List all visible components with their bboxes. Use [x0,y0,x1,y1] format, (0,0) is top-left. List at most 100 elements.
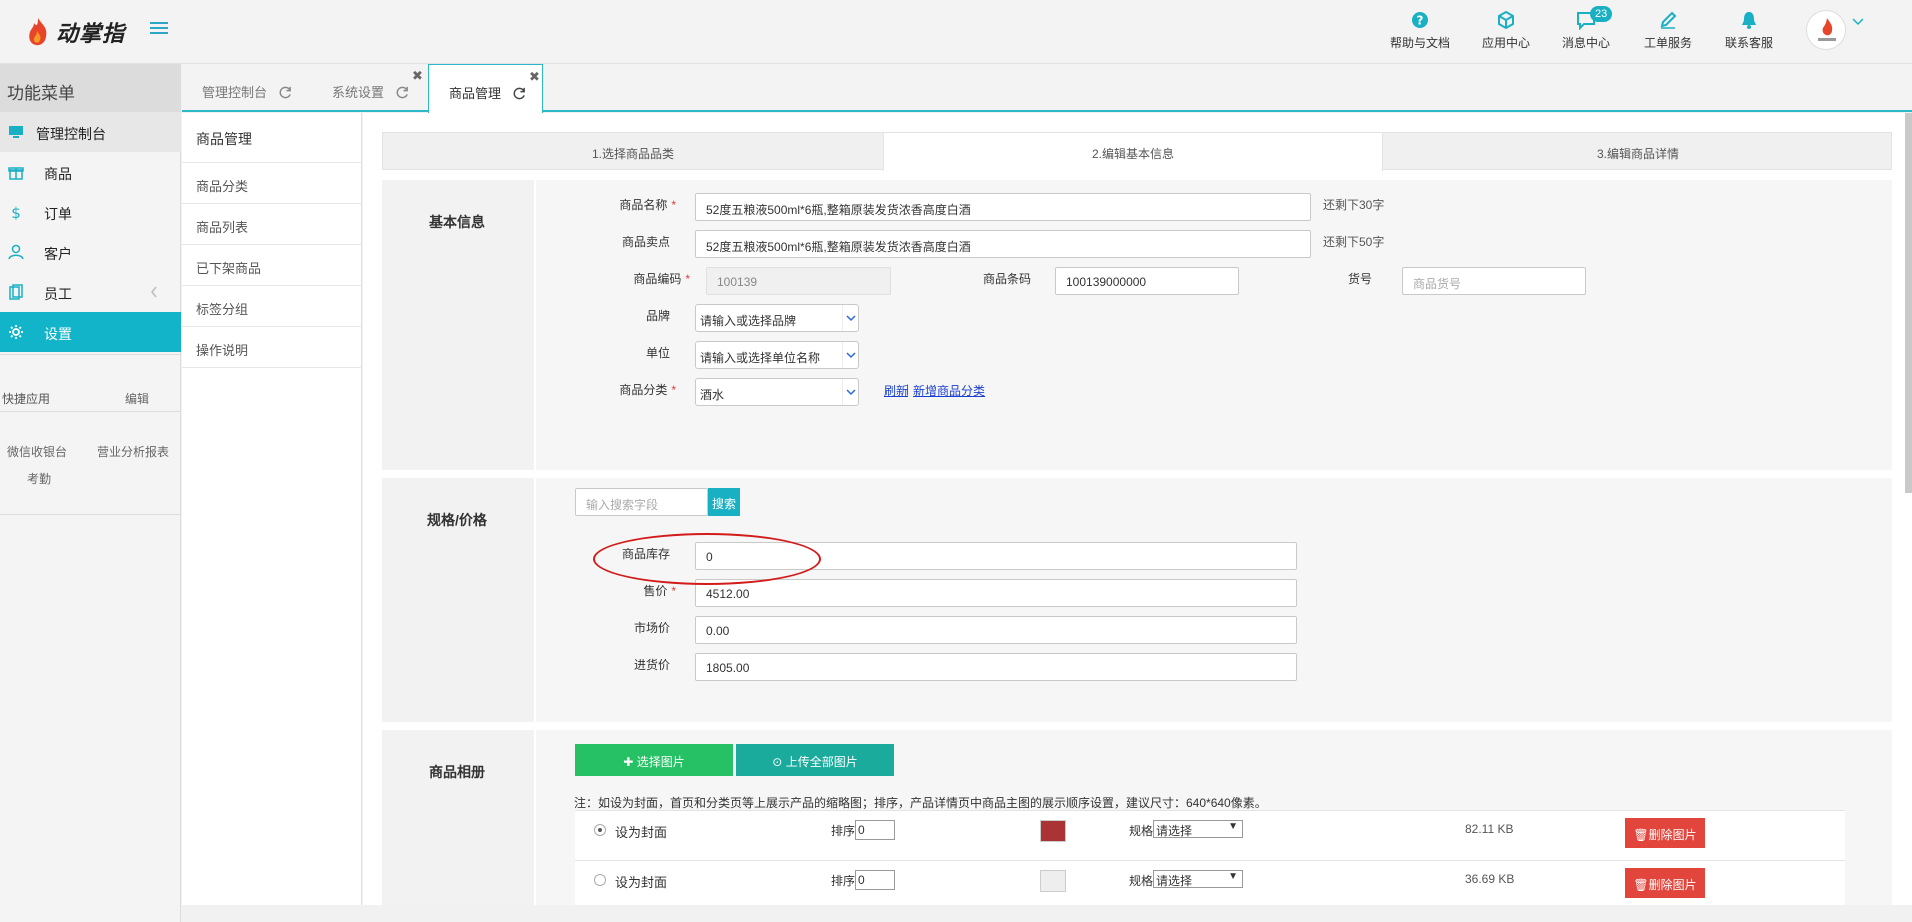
market-price-input[interactable]: 0.00 [695,616,1297,644]
product-submenu: 商品管理 商品分类 商品列表 已下架商品 标签分组 操作说明 [182,113,362,922]
nav-label: 消息中心 [1561,36,1610,50]
album-note: 注：如设为封面，首页和分类页等上展示产品的缩略图；排序，产品详情页中商品主图的展… [574,796,1267,810]
bell-icon [1742,12,1756,29]
submenu-item-categories[interactable]: 商品分类 [182,163,362,204]
tab-dashboard[interactable]: 管理控制台 [202,64,302,112]
cost-price-input[interactable]: 1805.00 [695,653,1297,681]
sidebar-item-dashboard[interactable]: 管理控制台 [0,112,181,152]
barcode-input[interactable]: 100139000000 [1055,267,1239,295]
submenu-item-instructions[interactable]: 操作说明 [182,327,362,368]
avatar[interactable] [1806,10,1846,50]
product-code-input[interactable]: 100139 [706,267,891,295]
refresh-category-link[interactable]: 刷新 [884,382,908,399]
sidebar-item-products[interactable]: 商品 [0,152,181,192]
select-image-button[interactable]: ✚ 选择图片 [575,744,733,776]
field-label: 商品编码 * [633,272,690,286]
field-label: 市场价 [633,621,670,635]
category-select[interactable]: 酒水 [695,378,859,406]
nav-message-center[interactable]: 23 消息中心 [1546,6,1626,56]
quick-apps-edit-link[interactable]: 编辑 [125,390,149,407]
field-label: 商品条码 [982,272,1031,286]
field-label: 单位 [645,346,670,360]
message-count-badge: 23 [1590,6,1613,22]
flame-logo-icon [29,18,47,46]
spec-select[interactable]: 请选择 ▼ [1153,820,1243,838]
spec-select[interactable]: 请选择 ▼ [1153,870,1243,888]
submenu-item-product-list[interactable]: 商品列表 [182,204,362,245]
nav-label: 应用中心 [1481,36,1530,50]
product-thumbnail[interactable] [1040,870,1066,892]
vertical-scrollbar[interactable] [1905,113,1912,493]
nav-contact-support[interactable]: 联系客服 [1709,10,1789,56]
delete-image-button[interactable]: 🗑删除图片 [1625,868,1705,898]
tab-product-management[interactable]: 商品管理 ✖ [428,64,543,114]
brand-select[interactable]: 请输入或选择品牌 [695,304,859,332]
sidebar-item-label: 员工 [44,286,72,302]
field-label: 商品卖点 [621,235,670,249]
spec-search-button[interactable]: 搜索 [708,488,740,516]
quick-app-sales-report[interactable]: 营业分析报表 [97,443,169,460]
refresh-icon[interactable] [396,86,409,99]
new-category-link[interactable]: 新增商品分类 [913,382,985,399]
submenu-title: 商品管理 [182,113,362,163]
sidebar-item-staff[interactable]: 员工 [0,272,181,312]
sku-input[interactable]: 商品货号 [1402,267,1586,295]
sidebar-item-orders[interactable]: $ 订单 [0,192,181,232]
nav-ticket-service[interactable]: 工单服务 [1628,10,1708,56]
selling-char-remaining: 还剩下50字 [1323,235,1385,249]
submenu-item-tag-groups[interactable]: 标签分组 [182,286,362,327]
trash-icon: 🗑 [1633,878,1649,892]
delete-image-button[interactable]: 🗑删除图片 [1625,818,1705,848]
unit-select[interactable]: 请输入或选择单位名称 [695,341,859,369]
section-body: 商品名称 * 52度五粮液500ml*6瓶,整箱原装发货浓香高度白酒 还剩下30字… [534,180,1892,470]
price-input[interactable]: 4512.00 [695,579,1297,607]
product-name-input[interactable]: 52度五粮液500ml*6瓶,整箱原装发货浓香高度白酒 [695,193,1311,221]
product-thumbnail[interactable] [1040,820,1066,842]
tab-label: 系统设置 [332,85,385,100]
spec-search-input[interactable]: 输入搜索字段 [575,488,708,516]
sidebar-item-label: 订单 [44,206,72,222]
cover-radio[interactable] [594,874,606,886]
name-char-remaining: 还剩下30字 [1323,198,1385,212]
chevron-down-icon[interactable] [1852,18,1864,26]
sidebar-item-label: 管理控制台 [36,126,106,142]
sidebar-item-settings[interactable]: 设置 [0,312,181,352]
close-icon[interactable]: ✖ [529,69,540,85]
selling-point-input[interactable]: 52度五粮液500ml*6瓶,整箱原装发货浓香高度白酒 [695,230,1311,258]
step-3[interactable]: 3.编辑商品详情 [1383,133,1893,171]
file-size: 82.11 KB [1465,822,1514,836]
step-1[interactable]: 1.选择商品品类 [383,133,883,171]
refresh-icon[interactable] [513,87,526,100]
chevron-down-icon [842,342,858,368]
file-size: 36.69 KB [1465,872,1515,886]
step-2-active[interactable]: 2.编辑基本信息 [883,133,1383,171]
menu-toggle-icon[interactable] [150,22,168,38]
sidebar-title: 功能菜单 [0,64,181,112]
horizontal-scrollbar[interactable] [182,905,1912,922]
help-icon: ? [1412,12,1428,28]
sidebar-item-label: 客户 [44,246,72,262]
cover-label: 设为封面 [615,875,668,890]
quick-app-wechat-pos[interactable]: 微信收银台 [7,443,67,460]
sort-input[interactable]: 0 [855,820,895,840]
quick-app-attendance[interactable]: 考勤 [27,470,51,487]
upload-all-button[interactable]: ⊙ 上传全部图片 [736,744,894,776]
nav-app-center[interactable]: 应用中心 [1466,10,1546,56]
cover-radio[interactable] [594,824,606,836]
tab-system-settings[interactable]: 系统设置 ✖ [332,64,427,112]
sidebar-item-customers[interactable]: 客户 [0,232,181,272]
submenu-item-delisted[interactable]: 已下架商品 [182,245,362,286]
spec-label: 规格 [1129,874,1154,888]
close-icon[interactable]: ✖ [412,68,423,84]
nav-help[interactable]: ? 帮助与文档 [1380,10,1460,56]
field-label: 品牌 [645,309,670,323]
category-select-value: 酒水 [700,388,725,402]
logo-text: 动掌指 [56,21,126,46]
sort-input[interactable]: 0 [855,870,895,890]
divider [0,514,181,515]
link-separator: | [906,382,910,396]
app-logo[interactable]: 动掌指 [26,14,146,50]
monitor-icon [9,126,23,138]
refresh-icon[interactable] [279,86,292,99]
field-label: 商品分类 * [619,383,676,397]
